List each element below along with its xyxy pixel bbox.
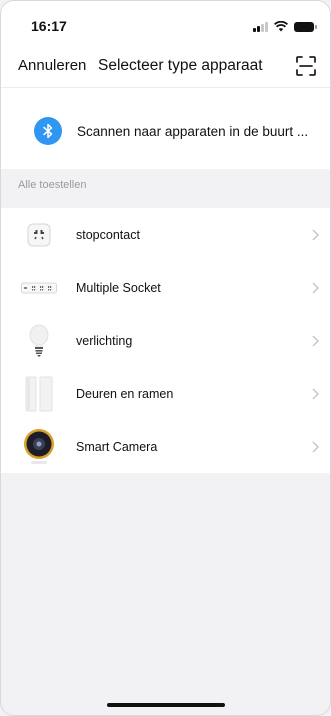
wifi-icon bbox=[274, 21, 288, 32]
list-item-label: Deuren en ramen bbox=[76, 386, 174, 401]
status-time: 16:17 bbox=[31, 18, 67, 34]
camera-icon bbox=[21, 428, 57, 465]
cellular-signal-icon bbox=[253, 21, 268, 32]
phone-screen: 16:17 Annuleren Selecteer type apparaat bbox=[0, 0, 331, 716]
light-bulb-icon bbox=[21, 323, 57, 359]
list-item-label: Multiple Socket bbox=[76, 280, 161, 295]
list-item-verlichting[interactable]: verlichting bbox=[1, 314, 330, 367]
list-item-multiple-socket[interactable]: Multiple Socket bbox=[1, 261, 330, 314]
chevron-right-icon bbox=[312, 441, 319, 452]
chevron-right-icon bbox=[312, 388, 319, 399]
list-item-label: verlichting bbox=[76, 333, 133, 348]
cancel-button[interactable]: Annuleren bbox=[18, 57, 86, 74]
status-bar: 16:17 bbox=[1, 1, 330, 45]
socket-icon bbox=[21, 217, 57, 253]
chevron-right-icon bbox=[312, 229, 319, 240]
list-item-label: stopcontact bbox=[76, 227, 140, 242]
bluetooth-scan-section: Scannen naar apparaten in de buurt ... bbox=[1, 87, 330, 169]
page-title: Selecteer type apparaat bbox=[98, 57, 263, 74]
status-icons bbox=[253, 21, 317, 32]
device-type-list: stopcontact Multiple Socket verlichting … bbox=[1, 208, 330, 473]
list-item-stopcontact[interactable]: stopcontact bbox=[1, 208, 330, 261]
bluetooth-icon bbox=[34, 117, 62, 145]
list-item-smart-camera[interactable]: Smart Camera bbox=[1, 420, 330, 473]
navigation-bar: Annuleren Selecteer type apparaat bbox=[1, 45, 330, 87]
section-header: Alle toestellen bbox=[18, 179, 87, 191]
door-window-sensor-icon bbox=[21, 376, 57, 412]
list-item-label: Smart Camera bbox=[76, 439, 158, 454]
list-item-deuren-en-ramen[interactable]: Deuren en ramen bbox=[1, 367, 330, 420]
bluetooth-scan-row[interactable]: Scannen naar apparaten in de buurt ... bbox=[34, 116, 314, 146]
home-indicator[interactable] bbox=[106, 703, 225, 707]
chevron-right-icon bbox=[312, 335, 319, 346]
power-strip-icon bbox=[21, 270, 57, 306]
chevron-right-icon bbox=[312, 282, 319, 293]
bluetooth-scan-label: Scannen naar apparaten in de buurt ... bbox=[77, 123, 309, 139]
qr-scan-icon[interactable] bbox=[295, 55, 317, 77]
battery-icon bbox=[294, 21, 317, 32]
